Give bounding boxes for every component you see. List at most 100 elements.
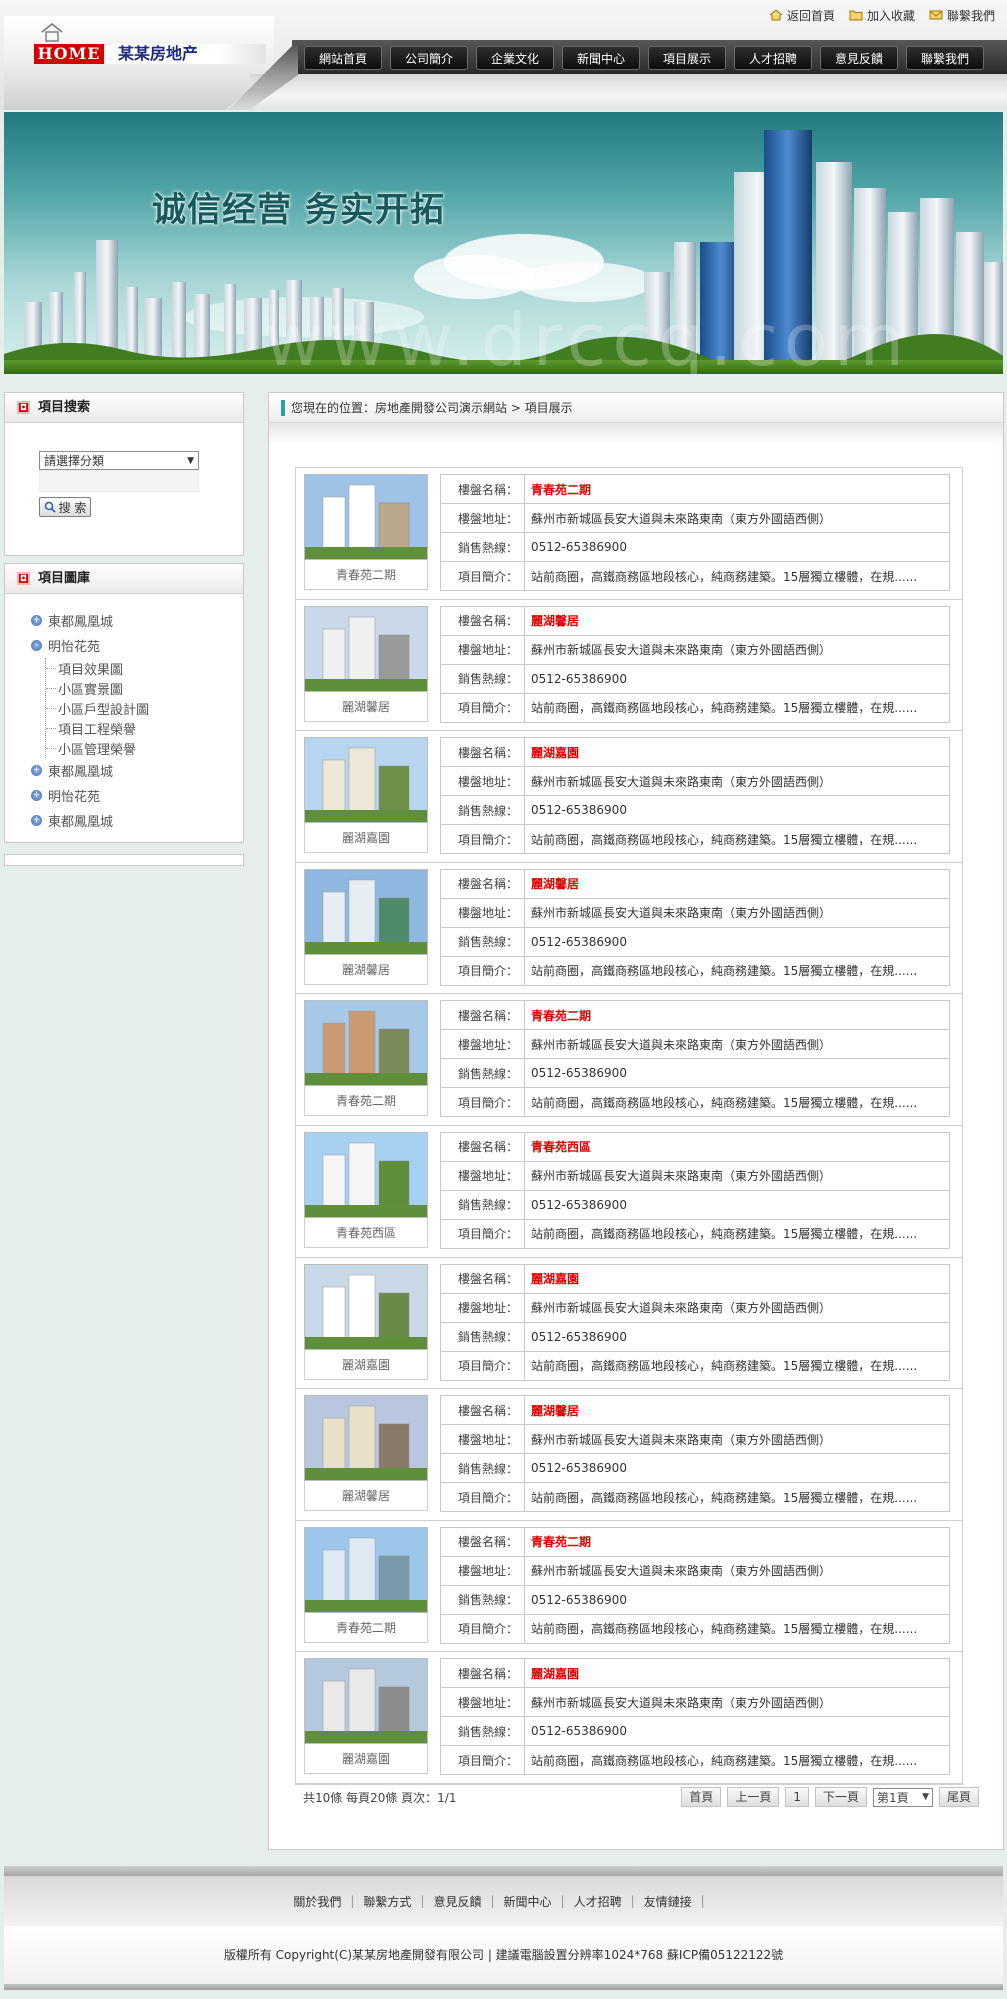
footer-links: 關於我們 | 聯繫方式 | 意見反饋 | 新聞中心 | 人才招聘 | 友情鏈接 | (4, 1876, 1003, 1926)
expand-icon[interactable]: + (31, 790, 42, 801)
prev-page-button[interactable]: 上一頁 (727, 1787, 780, 1807)
project-name[interactable]: 麗湖嘉園 (524, 1658, 950, 1689)
nav-projects[interactable]: 項目展示 (648, 46, 726, 70)
project-caption[interactable]: 青春苑西區 (304, 1217, 428, 1248)
toplink-contact[interactable]: 聯繫我們 (929, 6, 995, 24)
nav-culture[interactable]: 企業文化 (476, 46, 554, 70)
first-page-button[interactable]: 首頁 (681, 1787, 722, 1807)
project-info-table: 樓盤名稱： 青春苑二期 樓盤地址： 蘇州市新城區長安大道與未來路東南（東方外國語… (440, 1000, 950, 1118)
field-label: 樓盤地址： (440, 1687, 525, 1718)
project-hotline: 0512-65386900 (524, 1189, 950, 1220)
expand-icon[interactable]: + (31, 615, 42, 626)
project-caption[interactable]: 麗湖嘉園 (304, 1349, 428, 1380)
project-caption[interactable]: 青春苑二期 (304, 560, 428, 590)
gallery-panel: ◘ 項目圖庫 + 東都鳳凰城 - 明怡花苑 項目效果圖 小區實景圖 小區戶型設計… (4, 563, 244, 843)
project-caption[interactable]: 麗湖嘉園 (304, 1744, 428, 1775)
pagination: 共10條 每頁20條 頁次：1/1 首頁 上一頁 1 下一頁 第1頁 ▼ 尾頁 (303, 1785, 979, 1809)
nav-about[interactable]: 公司簡介 (390, 46, 468, 70)
project-thumbnail[interactable] (304, 1131, 428, 1218)
breadcrumb-text: 您現在的位置：房地產開發公司演示網站 > 項目展示 (291, 401, 573, 415)
footer-link[interactable]: 意見反饋 (433, 1893, 481, 1910)
nav-jobs[interactable]: 人才招聘 (734, 46, 812, 70)
footer-link[interactable]: 友情鏈接 (644, 1893, 692, 1910)
project-thumbnail[interactable] (304, 1000, 428, 1087)
tree-node[interactable]: - 明怡花苑 (31, 633, 243, 658)
tree-node[interactable]: + 明怡花苑 (31, 783, 243, 808)
project-name[interactable]: 青春苑西區 (524, 1131, 950, 1162)
footer: 關於我們 | 聯繫方式 | 意見反饋 | 新聞中心 | 人才招聘 | 友情鏈接 | 版權所有 Copy… (4, 1866, 1003, 1990)
category-select[interactable]: 請選擇分類 ▼ (39, 451, 199, 470)
project-hotline: 0512-65386900 (524, 1453, 950, 1484)
last-page-button[interactable]: 尾頁 (938, 1787, 979, 1807)
project-name[interactable]: 麗湖嘉園 (524, 737, 950, 768)
project-info-table: 樓盤名稱： 青春苑二期 樓盤地址： 蘇州市新城區長安大道與未來路東南（東方外國語… (440, 1526, 950, 1644)
project-name[interactable]: 麗湖馨居 (524, 605, 950, 636)
table-row: 樓盤名稱： 麗湖馨居 (440, 605, 950, 636)
toplink-bookmark[interactable]: 加入收藏 (849, 6, 915, 24)
tree-child[interactable]: 小區管理榮譽 (46, 738, 243, 758)
field-label: 銷售熱線： (440, 926, 525, 957)
project-thumb-cell: 青春苑二期 (304, 474, 428, 593)
project-thumbnail[interactable] (304, 737, 428, 824)
project-caption[interactable]: 麗湖馨居 (304, 1481, 428, 1512)
tree-child[interactable]: 項目工程榮譽 (46, 718, 243, 738)
project-thumbnail[interactable] (304, 1263, 428, 1350)
tree-child[interactable]: 項目效果圖 (46, 658, 243, 678)
project-thumbnail[interactable] (304, 605, 428, 692)
project-caption[interactable]: 麗湖馨居 (304, 691, 428, 722)
project-name[interactable]: 青春苑二期 (524, 474, 950, 504)
table-row: 銷售熱線： 0512-65386900 (440, 1453, 950, 1484)
project-name[interactable]: 青春苑二期 (524, 1526, 950, 1557)
nav-home[interactable]: 網站首頁 (304, 46, 382, 70)
footer-link[interactable]: 人才招聘 (574, 1893, 622, 1910)
project-thumbnail[interactable] (304, 1395, 428, 1482)
tree-node-label: 明怡花苑 (48, 790, 101, 805)
tree-node[interactable]: + 東都鳳凰城 (31, 808, 243, 833)
table-row: 項目簡介： 站前商圈，高鐵商務區地段核心，純商務建築。15層獨立樓體，在規...… (440, 824, 950, 855)
search-subfield[interactable] (39, 470, 199, 492)
tree-child[interactable]: 小區實景圖 (46, 678, 243, 698)
nav-news[interactable]: 新聞中心 (562, 46, 640, 70)
project-caption[interactable]: 青春苑二期 (304, 1086, 428, 1117)
breadcrumb: 您現在的位置：房地產開發公司演示網站 > 項目展示 (269, 393, 1003, 423)
nav-feedback[interactable]: 意見反饋 (820, 46, 898, 70)
site-logo[interactable]: HOME 某某房地产 (34, 22, 266, 64)
current-page-button[interactable]: 1 (785, 1787, 809, 1807)
collapse-icon[interactable]: - (31, 640, 42, 651)
nav-contact[interactable]: 聯繫我們 (906, 46, 984, 70)
expand-icon[interactable]: + (31, 765, 42, 776)
project-hotline: 0512-65386900 (524, 795, 950, 826)
project-thumb-cell: 麗湖馨居 (304, 1395, 428, 1514)
project-name[interactable]: 麗湖馨居 (524, 1395, 950, 1426)
footer-link[interactable]: 關於我們 (293, 1893, 341, 1910)
table-row: 項目簡介： 站前商圈，高鐵商務區地段核心，純商務建築。15層獨立樓體，在規...… (440, 1087, 950, 1118)
expand-icon[interactable]: + (31, 815, 42, 826)
tree-node[interactable]: + 東都鳳凰城 (31, 758, 243, 783)
project-name[interactable]: 麗湖馨居 (524, 868, 950, 899)
page-select-value: 第1頁 (876, 1790, 909, 1805)
building-photo-icon (305, 606, 427, 691)
project-thumbnail[interactable] (304, 474, 428, 560)
next-page-button[interactable]: 下一頁 (814, 1787, 867, 1807)
tree-child[interactable]: 小區戶型設計圖 (46, 698, 243, 718)
project-thumb-cell: 麗湖馨居 (304, 868, 428, 988)
toplink-home[interactable]: 返回首頁 (769, 6, 835, 24)
project-caption[interactable]: 麗湖馨居 (304, 954, 428, 985)
page-select[interactable]: 第1頁 ▼ (872, 1787, 933, 1807)
project-thumbnail[interactable] (304, 868, 428, 955)
project-thumbnail[interactable] (304, 1526, 428, 1613)
table-row: 樓盤名稱： 麗湖馨居 (440, 868, 950, 899)
project-caption[interactable]: 麗湖嘉園 (304, 823, 428, 854)
field-label: 樓盤地址： (440, 634, 525, 665)
search-button[interactable]: 搜 索 (39, 497, 91, 517)
footer-link[interactable]: 聯繫方式 (363, 1893, 411, 1910)
table-row: 銷售熱線： 0512-65386900 (440, 1058, 950, 1089)
project-intro: 站前商圈，高鐵商務區地段核心，純商務建築。15層獨立樓體，在規...... (524, 1745, 950, 1776)
tree-node[interactable]: + 東都鳳凰城 (31, 608, 243, 633)
project-intro: 站前商圈，高鐵商務區地段核心，純商務建築。15層獨立樓體，在規...... (524, 1218, 950, 1249)
project-name[interactable]: 麗湖嘉園 (524, 1263, 950, 1294)
project-thumbnail[interactable] (304, 1658, 428, 1745)
project-caption[interactable]: 青春苑二期 (304, 1612, 428, 1643)
project-name[interactable]: 青春苑二期 (524, 1000, 950, 1031)
footer-link[interactable]: 新聞中心 (504, 1893, 552, 1910)
